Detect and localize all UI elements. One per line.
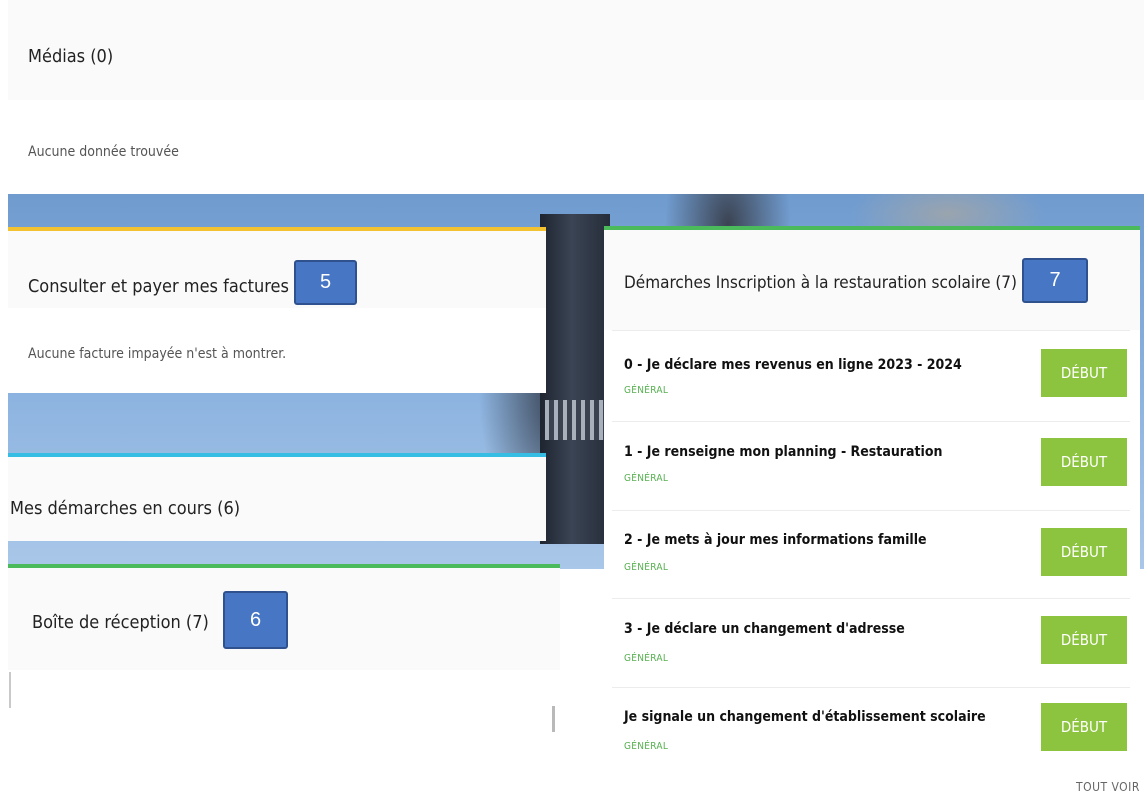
row-divider [612,598,1130,599]
row-divider [612,687,1130,688]
row-divider [612,421,1130,422]
see-all-link[interactable]: TOUT VOIR [1076,780,1140,794]
inbox-card-left-edge [9,672,11,708]
demarches-en-cours-title[interactable]: Mes démarches en cours (6) [10,498,240,519]
debut-button[interactable]: DÉBUT [1041,438,1127,486]
procedure-category: GÉNÉRAL [624,562,669,573]
procedure-category: GÉNÉRAL [624,473,669,484]
medias-card-header [8,0,1144,100]
factures-title[interactable]: Consulter et payer mes factures (0) [28,276,317,297]
procedure-category: GÉNÉRAL [624,741,669,752]
callout-badge-7: 7 [1022,258,1088,303]
callout-badge-6: 6 [223,591,288,649]
procedure-category: GÉNÉRAL [624,653,669,664]
debut-button[interactable]: DÉBUT [1041,349,1127,397]
row-divider [612,330,1130,331]
procedure-category: GÉNÉRAL [624,385,669,396]
row-divider [612,510,1130,511]
restauration-title[interactable]: Démarches Inscription à la restauration … [624,273,1017,293]
procedure-title[interactable]: 1 - Je renseigne mon planning - Restaura… [624,444,942,460]
procedure-title[interactable]: 3 - Je déclare un changement d'adresse [624,621,905,637]
inbox-card-body [8,670,560,710]
inbox-scrollbar[interactable] [552,706,555,732]
debut-button[interactable]: DÉBUT [1041,528,1127,576]
debut-button[interactable]: DÉBUT [1041,616,1127,664]
background-photo-balustrade [545,400,605,440]
procedure-title[interactable]: Je signale un changement d'établissement… [624,709,986,725]
callout-badge-5: 5 [294,260,357,305]
medias-title: Médias (0) [28,46,114,67]
medias-empty-message: Aucune donnée trouvée [28,144,179,160]
background-photo-tower [540,214,610,544]
procedure-title[interactable]: 2 - Je mets à jour mes informations fami… [624,532,927,548]
debut-button[interactable]: DÉBUT [1041,703,1127,751]
procedure-title[interactable]: 0 - Je déclare mes revenus en ligne 2023… [624,357,962,373]
factures-empty-message: Aucune facture impayée n'est à montrer. [28,346,287,362]
inbox-title[interactable]: Boîte de réception (7) [32,612,209,633]
